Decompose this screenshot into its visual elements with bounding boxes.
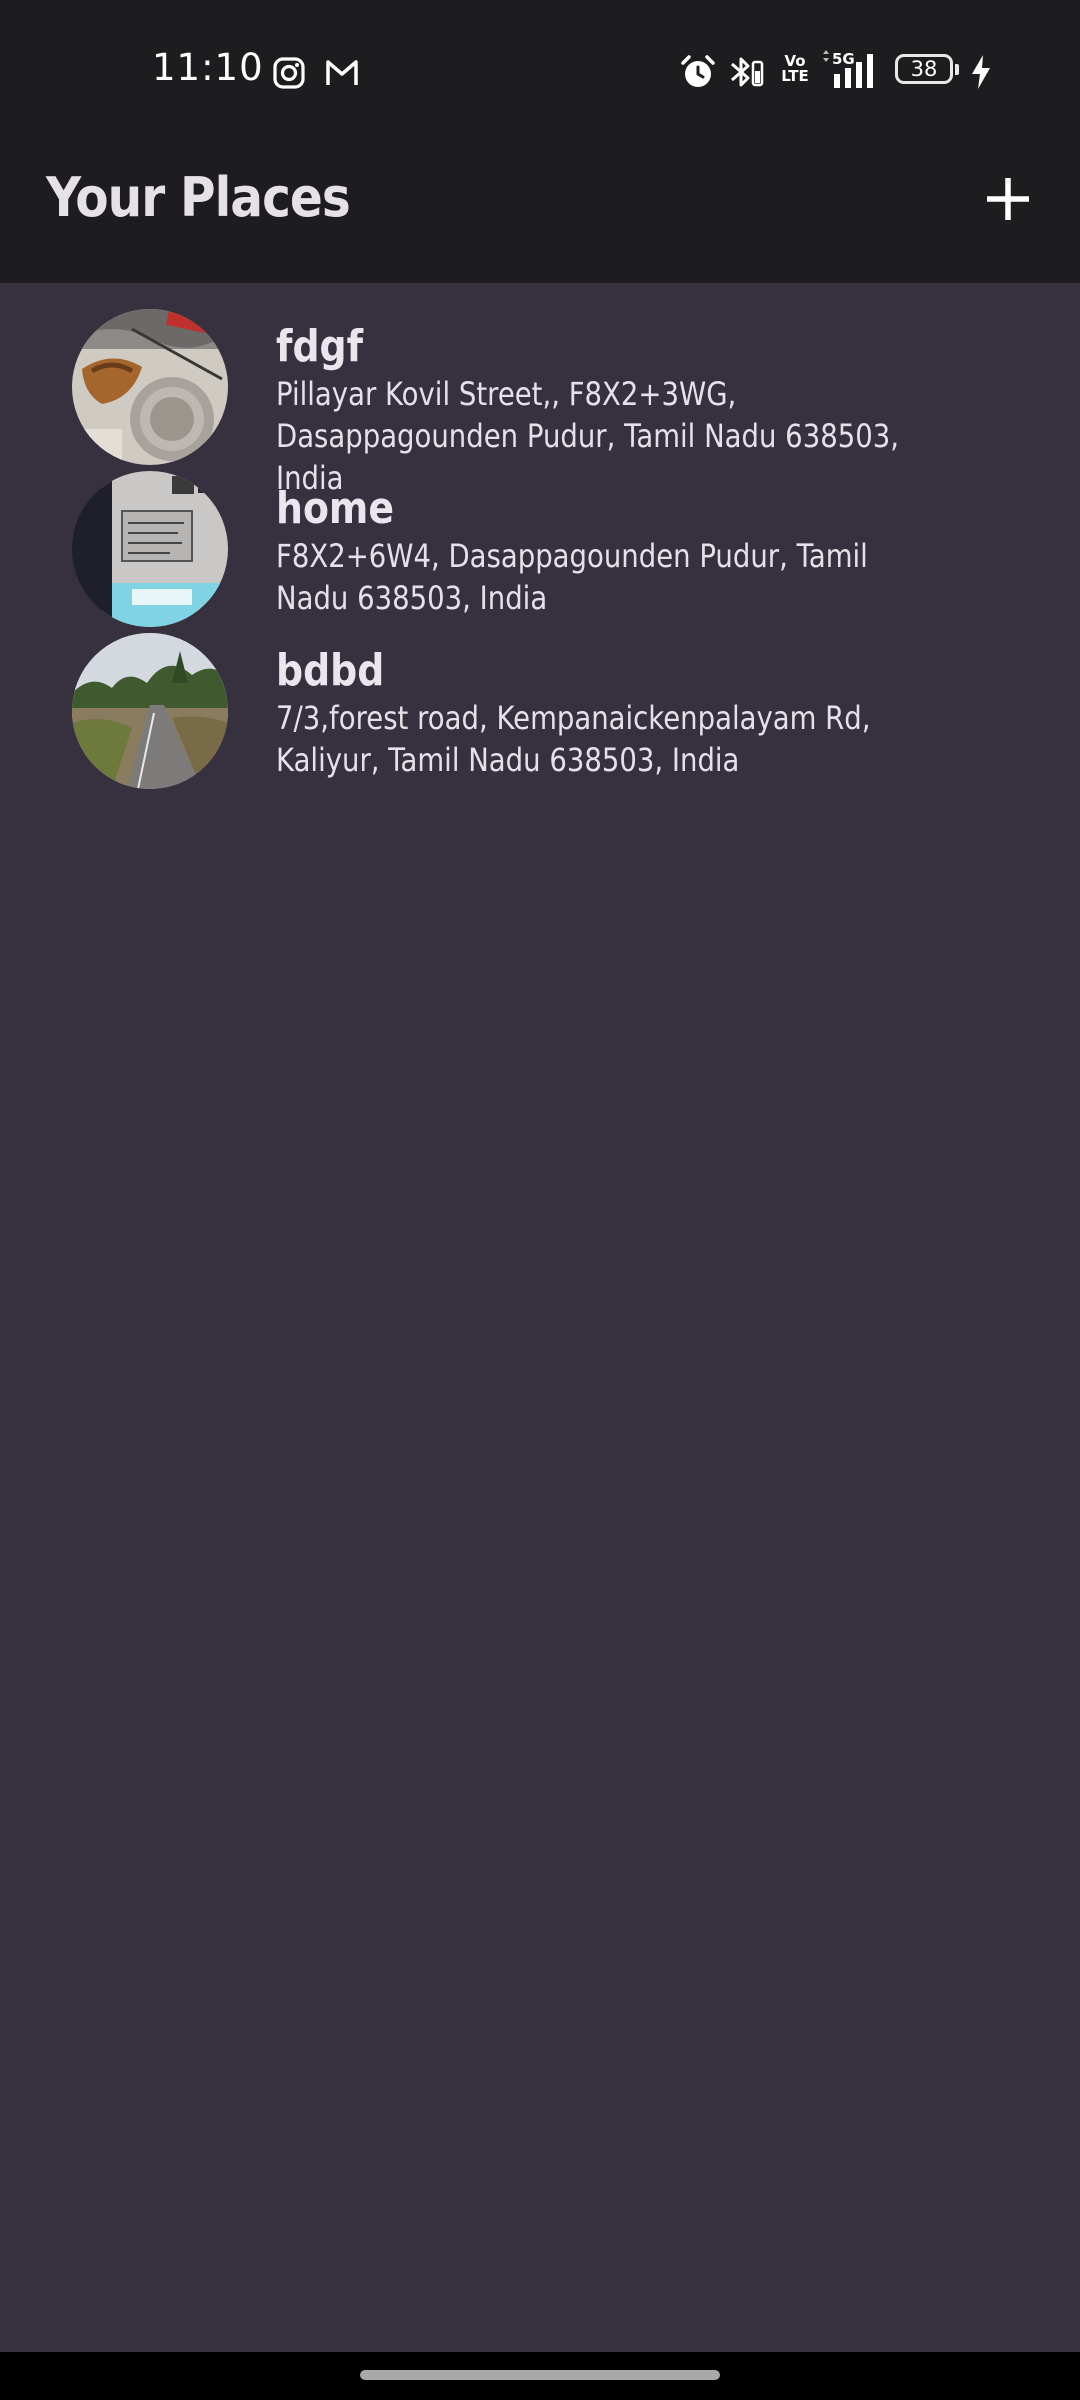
app-bar: Your Places — [0, 130, 1080, 283]
place-thumbnail — [72, 471, 228, 627]
alarm-icon — [681, 55, 715, 87]
signal-5g-icon: 5G — [823, 50, 873, 88]
battery-indicator: 38 — [895, 54, 959, 84]
add-place-button[interactable] — [973, 164, 1043, 234]
gmail-icon — [326, 60, 358, 85]
page-title: Your Places — [46, 166, 351, 229]
place-list-item[interactable]: bdbd 7/3,forest road, Kempanaickenpalaya… — [0, 607, 1080, 789]
instagram-icon — [273, 57, 305, 89]
place-thumbnail — [72, 309, 228, 465]
status-bar: 11:10 Vo LTE 5G 38 — [0, 0, 1080, 130]
place-thumbnail — [72, 633, 228, 789]
place-list-item[interactable]: home F8X2+6W4, Dasappagounden Pudur, Tam… — [0, 445, 1080, 627]
place-title: bdbd — [276, 645, 385, 696]
home-gesture-handle[interactable] — [360, 2370, 720, 2380]
status-time: 11:10 — [152, 46, 264, 89]
place-title: fdgf — [276, 321, 364, 372]
bluetooth-icon — [731, 57, 764, 87]
place-list-item[interactable]: fdgf Pillayar Kovil Street,, F8X2+3WG, D… — [0, 283, 1080, 497]
navigation-bar — [0, 2352, 1080, 2400]
place-title: home — [276, 483, 395, 534]
place-address: 7/3,forest road, Kempanaickenpalayam Rd,… — [276, 699, 871, 779]
network-label: 5G — [832, 50, 855, 68]
plus-icon — [987, 178, 1029, 220]
volte-indicator: Vo LTE — [781, 52, 809, 85]
charging-icon — [972, 55, 990, 89]
